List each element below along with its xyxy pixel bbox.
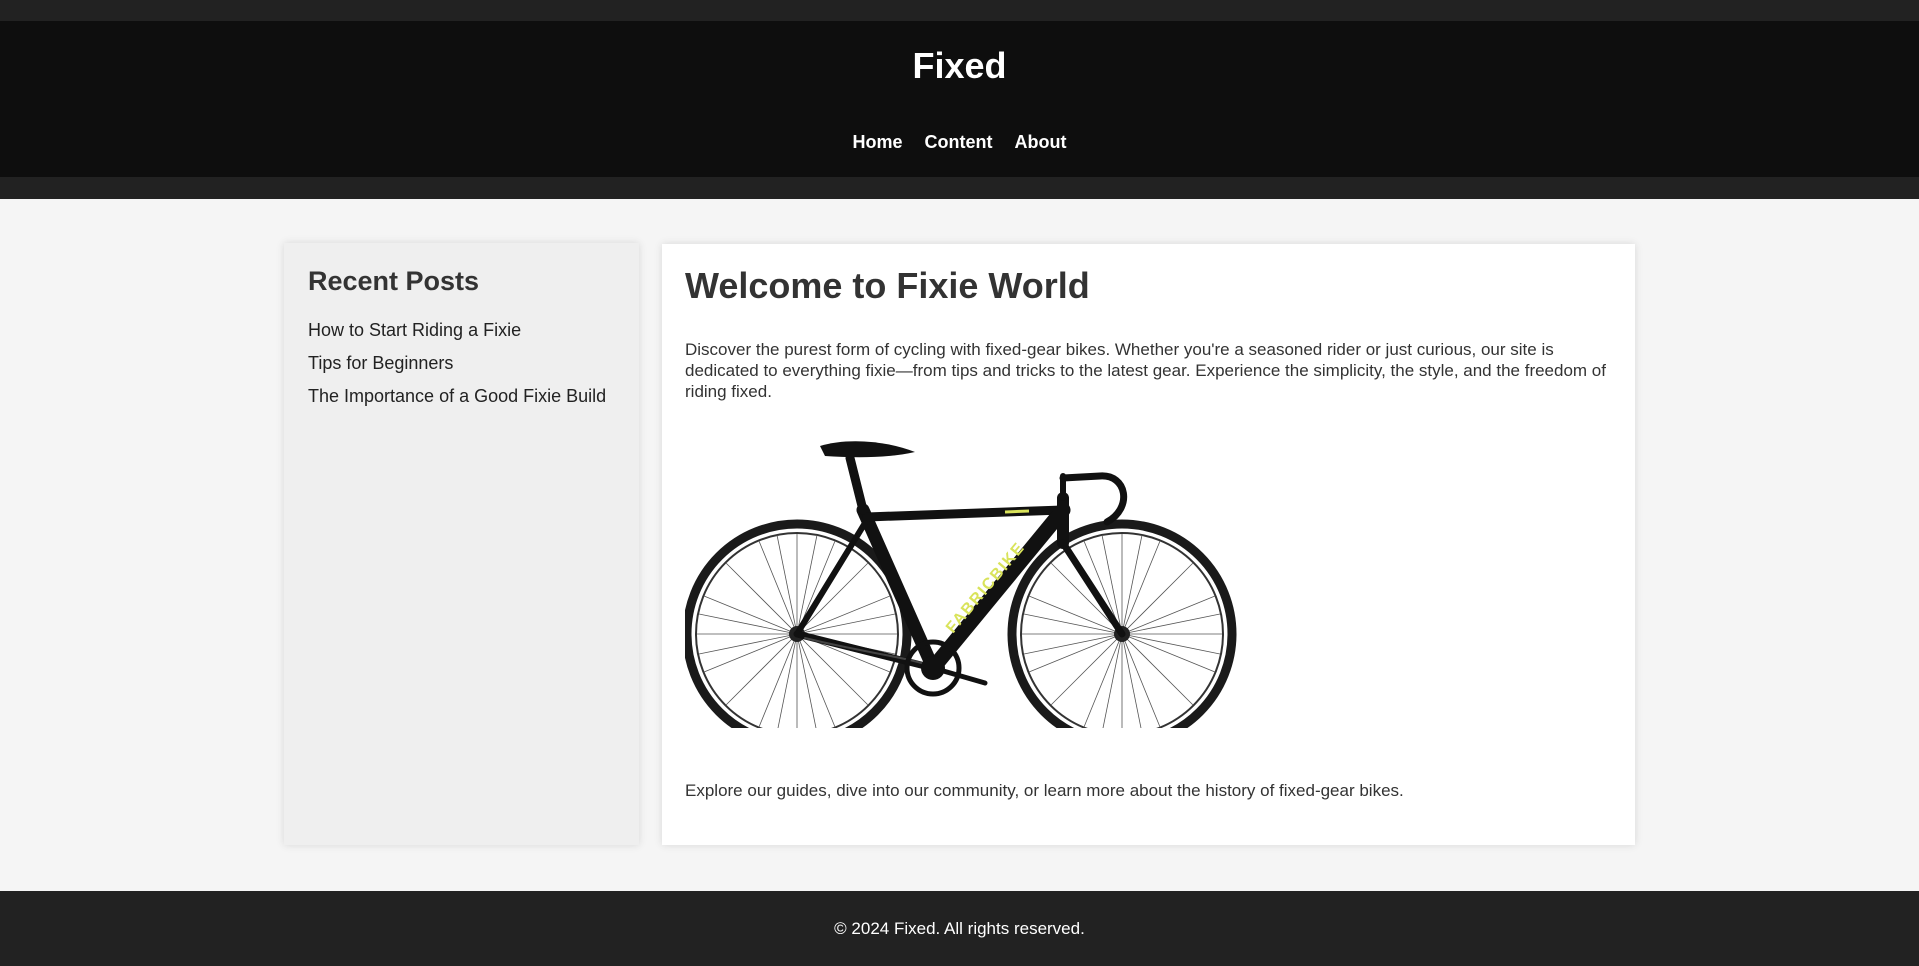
nav-about-link[interactable]: About bbox=[1015, 131, 1067, 153]
copyright-text: © 2024 Fixed. All rights reserved. bbox=[834, 919, 1085, 938]
site-footer: © 2024 Fixed. All rights reserved. bbox=[0, 891, 1919, 966]
sidebar-heading: Recent Posts bbox=[308, 266, 480, 296]
site-header: Fixed Home Content About bbox=[0, 0, 1919, 199]
bike-frame bbox=[793, 453, 1128, 686]
nav-home-link[interactable]: Home bbox=[853, 131, 903, 153]
sidebar: Recent Posts How to Start Riding a Fixie… bbox=[284, 243, 639, 845]
recent-post-link[interactable]: The Importance of a Good Fixie Build bbox=[308, 385, 606, 418]
outro-paragraph: Explore our guides, dive into our commun… bbox=[685, 781, 1404, 800]
site-title[interactable]: Fixed bbox=[0, 46, 1919, 86]
top-tube-accent bbox=[1004, 509, 1030, 514]
fixie-bike-image: FABRICBIKE bbox=[685, 441, 1237, 728]
front-wheel bbox=[1007, 519, 1237, 728]
nav-content-link[interactable]: Content bbox=[925, 131, 993, 153]
intro-paragraph: Discover the purest form of cycling with… bbox=[685, 340, 1606, 401]
page: Fixed Home Content About Recent Posts Ho… bbox=[0, 0, 1919, 966]
chainring bbox=[904, 639, 962, 697]
saddle bbox=[820, 441, 915, 458]
rear-wheel bbox=[685, 519, 912, 728]
recent-posts-list: How to Start Riding a Fixie Tips for Beg… bbox=[308, 319, 606, 418]
recent-post-link[interactable]: How to Start Riding a Fixie bbox=[308, 319, 606, 352]
page-heading: Welcome to Fixie World bbox=[685, 265, 1090, 306]
main-nav: Home Content About bbox=[0, 131, 1919, 153]
main-content: Welcome to Fixie World Discover the pure… bbox=[662, 244, 1635, 845]
recent-post-link[interactable]: Tips for Beginners bbox=[308, 352, 606, 385]
